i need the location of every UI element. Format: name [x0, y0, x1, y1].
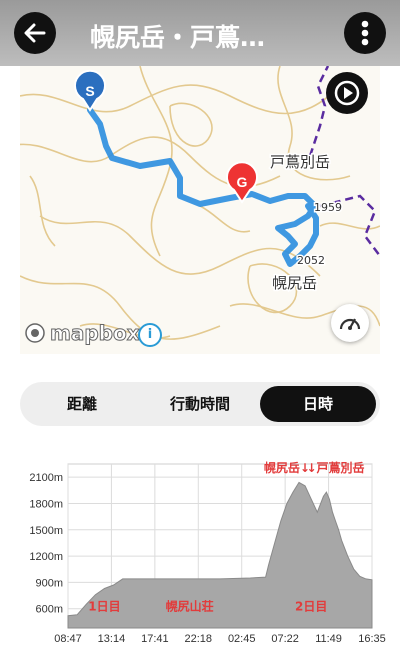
- y-tick-label: 1200m: [29, 551, 63, 563]
- y-tick-label: 1800m: [29, 498, 63, 510]
- mapbox-attribution[interactable]: mapbox: [24, 320, 140, 346]
- x-tick-label: 08:47: [54, 633, 82, 645]
- start-marker[interactable]: S: [74, 69, 106, 112]
- chart-annotation: 幌尻山荘: [166, 598, 214, 613]
- goal-marker-label: G: [237, 174, 248, 190]
- y-tick-label: 2100m: [29, 472, 63, 484]
- y-tick-label: 600m: [35, 604, 63, 616]
- arrow-left-icon: [24, 23, 46, 43]
- chart-annotation: 1日目: [88, 599, 120, 613]
- elevation-chart-svg: 2100m 1800m 1500m 1200m 900m 600m 08:47 13:14 17…: [29, 460, 386, 645]
- speedometer-icon: [339, 318, 361, 330]
- chart-annotation: 幌尻岳↓: [264, 460, 310, 475]
- x-tick-label: 22:18: [185, 633, 213, 645]
- play-route-button[interactable]: [326, 72, 368, 114]
- more-menu-button[interactable]: [344, 12, 386, 54]
- speed-button[interactable]: [331, 304, 369, 342]
- mapbox-logo-icon: [25, 323, 45, 343]
- info-button[interactable]: i: [138, 323, 162, 347]
- header: 幌尻岳・戸蔦…: [0, 0, 400, 66]
- mapbox-logo-text: mapbox: [50, 321, 141, 346]
- segmented-tabs: 距離 行動時間 日時: [20, 382, 380, 426]
- x-tick-label: 13:14: [98, 633, 126, 645]
- tab-distance[interactable]: 距離: [24, 386, 140, 422]
- start-marker-label: S: [85, 83, 94, 99]
- map-label-elev1: 1959: [314, 201, 342, 214]
- play-icon: [334, 80, 360, 106]
- map-label-peak2: 幌尻岳: [272, 274, 317, 292]
- chart-annotation: ↓戸蔦別岳: [306, 460, 364, 475]
- map-label-elev2: 2052: [297, 254, 325, 267]
- y-tick-label: 900m: [35, 577, 63, 589]
- x-tick-label: 17:41: [141, 633, 169, 645]
- back-button[interactable]: [14, 12, 56, 54]
- x-tick-label: 02:45: [228, 633, 256, 645]
- x-tick-label: 16:35: [358, 633, 386, 645]
- elevation-chart: 2100m 1800m 1500m 1200m 900m 600m 08:47 13:14 17…: [0, 452, 400, 652]
- x-tick-label: 07:22: [271, 633, 299, 645]
- y-tick-label: 1500m: [29, 525, 63, 537]
- tab-datetime[interactable]: 日時: [260, 386, 376, 422]
- x-tick-label: 11:49: [315, 633, 342, 645]
- page-title: 幌尻岳・戸蔦…: [90, 23, 266, 52]
- tab-duration[interactable]: 行動時間: [142, 386, 258, 422]
- chart-annotation: 2日目: [295, 599, 327, 613]
- map-label-peak1: 戸蔦別岳: [270, 153, 330, 171]
- more-vertical-icon: [361, 20, 369, 46]
